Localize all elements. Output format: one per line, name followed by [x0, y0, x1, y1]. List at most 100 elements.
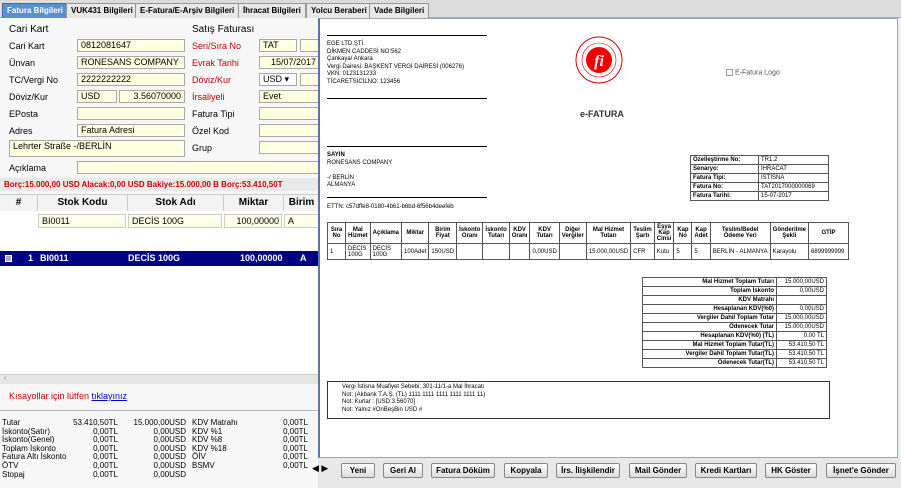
hk-goster-button[interactable]: HK Göster: [765, 463, 817, 478]
unvan-input[interactable]: RONESANS COMPANY: [77, 56, 185, 69]
tc-input[interactable]: 2222222222: [77, 73, 185, 86]
nav-arrows-icon[interactable]: ◀ ▶: [312, 463, 328, 474]
tab-yolcu[interactable]: Yolcu Beraberi: [306, 3, 372, 18]
grup-input[interactable]: [259, 141, 320, 154]
items-cell: DECİS 100G: [345, 243, 371, 260]
kopyala-button[interactable]: Kopyala: [504, 463, 548, 478]
mail-gonder-button[interactable]: Mail Gönder: [629, 463, 687, 478]
adres-textarea[interactable]: Lehrter Straße -/BERLİN: [9, 140, 185, 157]
aciklama-input[interactable]: [77, 161, 320, 174]
cari-kart-input[interactable]: 0812081647: [77, 39, 185, 52]
row-stok-kodu: BI0011: [40, 253, 69, 263]
col-stok-kodu[interactable]: Stok Kodu: [38, 195, 128, 211]
table-row[interactable]: 1 BI0011 DECİS 100G 100,00000 A: [0, 251, 320, 266]
info-label: Fatura Tipi:: [690, 173, 759, 183]
grid-horizontal-scrollbar[interactable]: ‹: [0, 374, 320, 384]
gib-seal-icon: fi: [575, 36, 623, 84]
yeni-button[interactable]: Yeni: [341, 463, 375, 478]
doviz-rate-input[interactable]: [300, 73, 320, 86]
sum-label: Ödenecek Tutar(TL): [642, 358, 777, 368]
sum-value: 15.000,00USD: [776, 322, 827, 332]
items-header: İskonto Tutarı: [482, 222, 510, 244]
filter-stok-adi[interactable]: DECİS 100G: [128, 214, 222, 228]
isnet-gonder-button[interactable]: İşnet'e Gönder: [826, 463, 896, 478]
info-value: İHRACAT: [758, 164, 829, 174]
doviz-label: Döviz/Kur: [9, 92, 49, 102]
items-header: Eşya Kap Cinsi: [653, 222, 675, 244]
recipient-line: SAYIN: [327, 152, 345, 158]
items-cell: CFR: [630, 243, 655, 260]
items-header: Mal Hizmet Tutarı: [585, 222, 632, 244]
items-header: KDV Tutarı: [529, 222, 560, 244]
items-cell: [482, 243, 510, 260]
doviz-rate-field[interactable]: 3.56070000: [119, 90, 185, 103]
recipient-line: [327, 167, 392, 175]
ozel-kod-label: Özel Kod: [192, 126, 230, 136]
shortcut-link[interactable]: tıklayınız: [92, 391, 128, 401]
dovizkur-label: Döviz/Kur: [192, 75, 232, 85]
filter-stok-kodu[interactable]: BI0011: [38, 214, 126, 228]
fatura-dokum-button[interactable]: Fatura Döküm: [431, 463, 495, 478]
sira-input[interactable]: [300, 39, 320, 52]
items-header: Mal Hizmet: [345, 222, 371, 244]
cari-header: Cari Kart: [9, 24, 49, 35]
sum-label: Ödenecek Tutar: [642, 322, 777, 332]
company-line: EGE LTD.ŞTİ.: [327, 41, 365, 47]
totals-tl: 0,00TL: [93, 469, 118, 479]
kredi-kartlari-button[interactable]: Kredi Kartları: [695, 463, 757, 478]
sum-label: Mal Hizmet Toplam Tutarı: [642, 277, 777, 287]
company-line: Çankaya/ Ankara: [327, 56, 373, 62]
doviz-currency-input[interactable]: USD: [77, 90, 117, 103]
seri-input[interactable]: TAT: [259, 39, 297, 52]
sums-table: Mal Hizmet Toplam Tutarı 15.000,00USD Topl…: [642, 277, 827, 368]
efatura-title: e-FATURA: [580, 109, 624, 119]
col-stok-adi[interactable]: Stok Adı: [128, 195, 224, 211]
tab-vuk431[interactable]: VUK431 Bilgileri: [66, 3, 138, 18]
filter-birim[interactable]: A: [284, 214, 320, 228]
sum-label: Mal Hizmet Toplam Tutar(TL): [642, 340, 777, 350]
note-line: Not: (Akbank T.A.Ş. (TL) 1111 1111 1111 …: [342, 391, 486, 398]
tab-ihracat[interactable]: İhracat Bilgileri: [238, 3, 306, 18]
tab-vade[interactable]: Vade Bilgileri: [369, 3, 430, 18]
items-header: Miktar: [401, 222, 430, 244]
doviz-select[interactable]: USD ▾: [259, 73, 297, 86]
geri-al-button[interactable]: Geri Al: [383, 463, 423, 478]
divider: [0, 410, 320, 411]
col-num[interactable]: #: [0, 195, 38, 211]
filter-miktar[interactable]: 100,00000: [224, 214, 282, 228]
recipient-line: -/ BERLİN: [327, 174, 355, 181]
row-stok-adi: DECİS 100G: [128, 253, 181, 263]
items-cell: 1: [327, 243, 346, 260]
totals-l2: BSMV: [192, 461, 215, 470]
col-birim[interactable]: Birim: [284, 195, 320, 211]
evrak-input[interactable]: 15/07/2017: [259, 56, 320, 69]
items-cell: [508, 243, 531, 260]
sum-label: Hesaplanan KDV(%0) (TL): [642, 331, 777, 341]
scroll-left-icon[interactable]: ‹: [4, 375, 6, 382]
efatura-logo: E-Fatura Logo: [726, 69, 780, 77]
row-num: 1: [28, 253, 34, 263]
fatura-tipi-input[interactable]: [259, 107, 320, 120]
irsaliye-input[interactable]: Evet: [259, 90, 320, 103]
recipient-line: ALMANYA: [327, 182, 356, 188]
company-line: DİKMEN CADDESİ NO:562: [327, 48, 402, 55]
items-header: KDV Oranı: [508, 222, 531, 244]
adres-select[interactable]: Fatura Adresi: [77, 124, 185, 137]
ozel-kod-input[interactable]: [259, 124, 320, 137]
items-header: Kap No: [673, 222, 693, 244]
items-header: Gönderilme Şekli: [769, 222, 810, 244]
info-label: Özelleştirme No:: [690, 155, 759, 165]
irs-iliskilendir-button[interactable]: İrs. İlişkilendir: [556, 463, 620, 478]
company-line: VKN: 0123131233: [327, 71, 377, 77]
shortcut-text: Kısayollar için lütfen: [9, 391, 92, 401]
items-cell: [558, 243, 587, 260]
col-miktar[interactable]: Miktar: [224, 195, 284, 211]
tab-fatura-bilgileri[interactable]: Fatura Bilgileri: [2, 3, 69, 18]
sum-label: KDV Matrahı: [642, 295, 777, 305]
eposta-input[interactable]: [77, 107, 185, 120]
tab-efatura[interactable]: E-Fatura/E-Arşiv Bilgileri: [135, 3, 240, 18]
items-header: Teslim Şartı: [630, 222, 655, 244]
seri-label: Seri/Sıra No: [192, 41, 242, 51]
row-birim: A: [300, 253, 307, 263]
items-header: Sıra No: [327, 222, 346, 244]
